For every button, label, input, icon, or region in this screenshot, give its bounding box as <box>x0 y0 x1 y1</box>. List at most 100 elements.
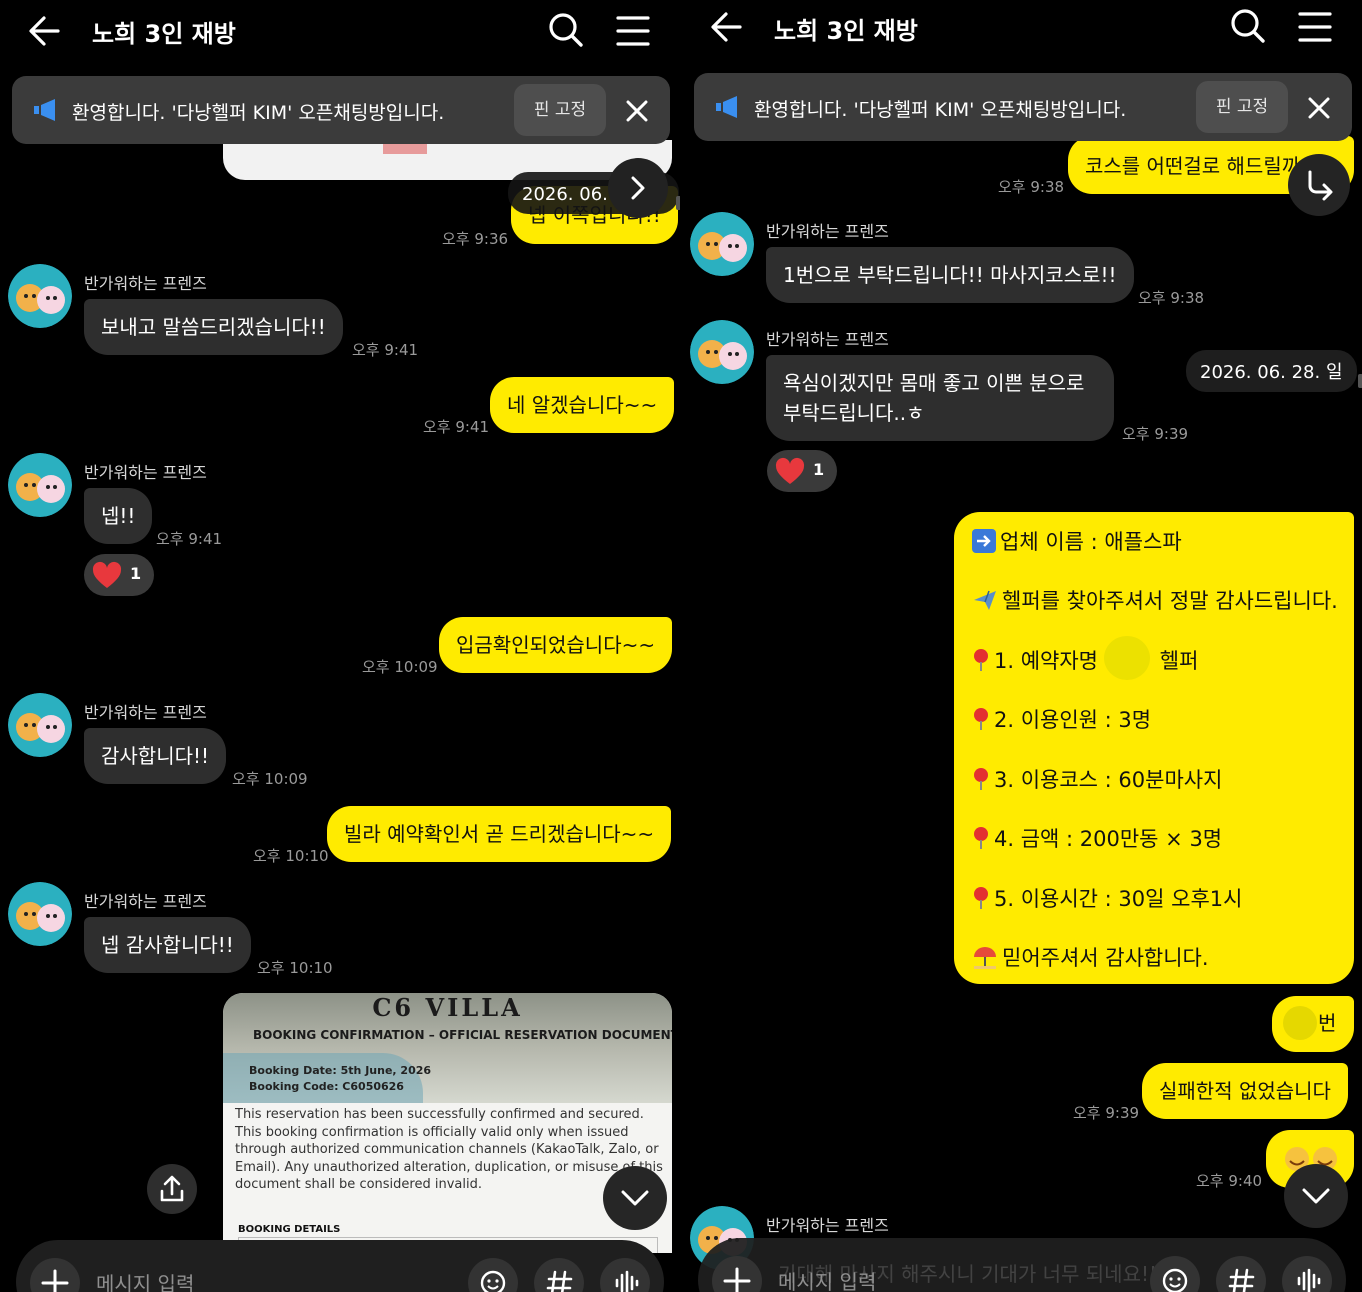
voice-icon[interactable] <box>1282 1256 1332 1292</box>
heart-icon <box>92 561 122 589</box>
reserver-label: 1. 예약자명 : <box>994 649 1112 673</box>
message-time: 오후 9:40 <box>1196 1172 1263 1190</box>
message-bubble-out[interactable]: 실패한적 없었습니다 <box>1142 1063 1348 1119</box>
message-bubble-in[interactable]: 1번으로 부탁드립니다!! 마사지코스로!! <box>766 247 1134 303</box>
reservation-info-card[interactable]: 업체 이름 : 애플스파 헬퍼를 찾아주셔서 정말 감사드립니다. 1. 예약자… <box>954 512 1354 984</box>
message-time: 오후 10:10 <box>257 959 333 977</box>
avatar[interactable] <box>8 453 72 517</box>
search-icon[interactable] <box>546 10 586 50</box>
sender-name: 반가워하는 프렌즈 <box>766 1216 889 1235</box>
avatar[interactable] <box>690 212 754 276</box>
search-icon[interactable] <box>1228 6 1268 46</box>
info-line: 1. 예약자명 : 헬퍼 <box>972 645 1198 675</box>
redacted-name <box>1104 636 1150 680</box>
pin-button[interactable]: 핀 고정 <box>1196 81 1288 133</box>
emoji-icon[interactable] <box>468 1258 518 1292</box>
message-text: 네 알겠습니다~~ <box>507 393 658 417</box>
villa-title: C6 VILLA <box>372 993 523 1022</box>
avatar[interactable] <box>8 882 72 946</box>
message-time: 오후 10:10 <box>253 847 329 865</box>
message-bubble-in[interactable]: 넵 감사합니다!! <box>84 917 251 973</box>
arrow-right-icon <box>972 529 996 553</box>
booking-details-heading: BOOKING DETAILS <box>238 1224 341 1235</box>
booking-date: Booking Date: 5th June, 2026 <box>249 1064 432 1077</box>
price: 4. 금액 : 200만동 × 3명 <box>994 827 1223 851</box>
menu-icon[interactable] <box>1296 8 1334 46</box>
message-text: 번 <box>1318 1011 1337 1035</box>
message-time: 오후 9:36 <box>442 230 509 248</box>
hashtag-icon[interactable] <box>1216 1256 1266 1292</box>
red-pin-icon <box>974 887 988 909</box>
message-bubble-in[interactable]: 보내고 말씀드리겠습니다!! <box>84 299 343 355</box>
message-text: 1번으로 부탁드립니다!! 마사지코스로!! <box>783 263 1117 287</box>
plus-icon[interactable] <box>30 1258 80 1292</box>
message-input-bar: 기대해 마사지 해주시니 기대가 너무 되네요!! 메시지 입력 <box>698 1238 1346 1292</box>
reaction-count: 1 <box>130 564 142 583</box>
close-icon[interactable] <box>620 94 654 128</box>
message-bubble-in[interactable]: 넵!! <box>84 488 153 544</box>
message-text-line: 부탁드립니다..ㅎ <box>783 401 925 425</box>
scrollbar-thumb[interactable] <box>1358 374 1362 388</box>
reaction-badge[interactable]: 1 <box>84 554 154 596</box>
info-line: 믿어주셔서 감사합니다. <box>972 942 1209 972</box>
message-text: 넵 감사합니다!! <box>101 933 234 957</box>
scroll-down-button[interactable] <box>1284 1164 1348 1228</box>
reaction-badge[interactable]: 1 <box>767 450 837 492</box>
back-arrow-icon[interactable] <box>24 10 66 52</box>
pin-button[interactable]: 핀 고정 <box>514 84 606 136</box>
course: 3. 이용코스 : 60분마사지 <box>994 768 1223 792</box>
message-bubble-in[interactable]: 감사합니다!! <box>84 728 227 784</box>
menu-icon[interactable] <box>614 12 652 50</box>
close-icon[interactable] <box>1302 91 1336 125</box>
message-bubble-out[interactable]: 빌라 예약확인서 곧 드리겠습니다~~ <box>327 806 672 862</box>
info-line: 4. 금액 : 200만동 × 3명 <box>972 823 1222 853</box>
notice-banner[interactable]: 환영합니다. '다낭헬퍼 KIM' 오픈채팅방입니다. 핀 고정 <box>694 73 1352 141</box>
heart-icon <box>775 457 805 485</box>
chat-header: 노희 3인 재방 <box>0 0 680 62</box>
notice-banner[interactable]: 환영합니다. '다낭헬퍼 KIM' 오픈채팅방입니다. 핀 고정 <box>12 76 670 144</box>
message-input-bar: 메시지 입력 <box>16 1240 664 1292</box>
megaphone-icon <box>716 95 742 119</box>
airplane-icon <box>974 590 996 610</box>
avatar[interactable] <box>8 693 72 757</box>
info-line: 3. 이용코스 : 60분마사지 <box>972 764 1222 794</box>
message-input[interactable]: 메시지 입력 <box>96 1268 194 1292</box>
message-bubble-out[interactable]: 네 알겠습니다~~ <box>490 377 675 433</box>
message-time: 오후 9:41 <box>352 341 419 359</box>
message-time: 오후 9:39 <box>1073 1104 1140 1122</box>
pool-graphic <box>223 1053 423 1103</box>
info-line: 헬퍼를 찾아주셔서 정말 감사드립니다. <box>972 585 1338 615</box>
beach-umbrella-icon <box>974 947 996 969</box>
business-name: 업체 이름 : 애플스파 <box>1000 530 1182 554</box>
message-time: 오후 9:41 <box>156 530 223 548</box>
message-text: 보내고 말씀드리겠습니다!! <box>101 315 326 339</box>
info-line: 업체 이름 : 애플스파 <box>972 526 1182 556</box>
reply-arrow-button[interactable] <box>1288 154 1350 216</box>
avatar[interactable] <box>690 320 754 384</box>
red-pin-icon <box>974 708 988 730</box>
voice-icon[interactable] <box>600 1258 650 1292</box>
scrollbar-thumb[interactable] <box>676 196 680 210</box>
plus-icon[interactable] <box>712 1256 762 1292</box>
message-bubble-out[interactable]: 입금확인되었습니다~~ <box>439 617 673 673</box>
chat-screen-left: 노희 3인 재방 환영합니다. '다낭헬퍼 KIM' 오픈채팅방입니다. 핀 고… <box>0 0 680 1292</box>
scroll-down-button[interactable] <box>603 1166 667 1230</box>
message-time: 오후 10:09 <box>232 770 308 788</box>
sender-name: 반가워하는 프렌즈 <box>84 703 207 722</box>
room-title: 노희 3인 재방 <box>92 20 236 48</box>
message-input[interactable]: 메시지 입력 <box>778 1266 876 1292</box>
thanks-text: 헬퍼를 찾아주셔서 정말 감사드립니다. <box>1002 589 1338 613</box>
red-pin-icon <box>974 768 988 790</box>
share-button[interactable] <box>147 1164 197 1214</box>
avatar[interactable] <box>8 264 72 328</box>
booking-code: Booking Code: C6050626 <box>249 1080 404 1093</box>
emoji-icon[interactable] <box>1150 1256 1200 1292</box>
forward-button[interactable] <box>608 158 668 218</box>
hashtag-icon[interactable] <box>534 1258 584 1292</box>
message-bubble-in[interactable]: 욕심이겠지만 몸매 좋고 이쁜 분으로 부탁드립니다..ㅎ <box>766 355 1114 441</box>
info-line: 2. 이용인원 : 3명 <box>972 704 1151 734</box>
back-arrow-icon[interactable] <box>706 6 748 48</box>
message-text: 입금확인되었습니다~~ <box>456 633 656 657</box>
sender-name: 반가워하는 프렌즈 <box>84 463 207 482</box>
message-time: 오후 9:38 <box>1138 289 1205 307</box>
